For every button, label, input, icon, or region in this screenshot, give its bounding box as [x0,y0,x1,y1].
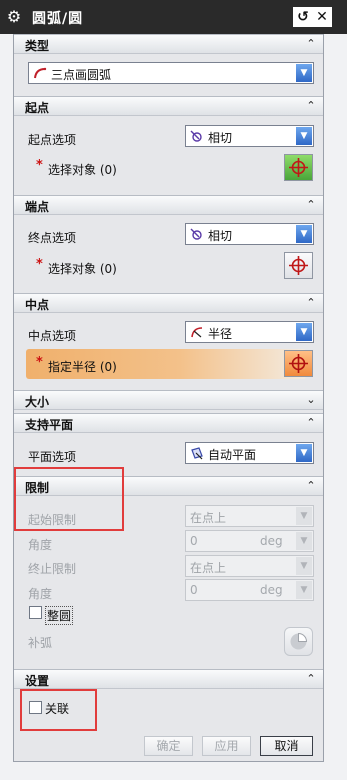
mid-option-combo[interactable]: 半径 ▼ [185,321,314,343]
collapse-icon[interactable]: ⌃ [303,197,319,213]
required-icon: * [36,257,43,272]
section-end-label: 端点 [25,200,50,214]
tangent-icon [190,130,202,142]
collapse-icon[interactable]: ⌃ [303,478,319,494]
complement-label: 补弧 [28,636,53,650]
section-mid-header[interactable]: 中点 ⌃ [14,293,323,313]
crosshair-icon [289,256,308,275]
mid-option-value: 半径 [208,327,233,341]
end-select-object[interactable]: 选择对象 (0) [48,260,117,277]
section-plane-header[interactable]: 支持平面 ⌃ [14,413,323,433]
dropdown-arrow-icon[interactable]: ▼ [296,127,312,145]
collapse-icon[interactable]: ⌃ [303,415,319,431]
section-plane-label: 支持平面 [25,418,74,432]
mid-option-label: 中点选项 [28,329,77,343]
radius-picker-button[interactable] [284,350,313,377]
plane-option-label: 平面选项 [28,450,77,464]
close-icon[interactable]: ✕ [312,7,332,27]
type-combo-value: 三点画圆弧 [51,68,112,82]
dropdown-arrow-icon[interactable]: ▼ [296,444,312,462]
required-icon: * [36,355,43,370]
section-type-header[interactable]: 类型 ⌃ [14,34,323,54]
dropdown-arrow-icon[interactable]: ▼ [296,507,312,525]
collapse-icon[interactable]: ⌃ [303,36,319,52]
crosshair-icon [289,158,308,177]
angle2-input[interactable]: 0 deg ▼ [185,579,314,601]
complement-arc-button[interactable] [284,627,313,656]
angle2-unit: deg [260,583,283,597]
start-select-object[interactable]: 选择对象 (0) [48,161,117,178]
cancel-button[interactable]: 取消 [260,736,313,756]
start-point-picker-button[interactable] [284,154,313,181]
highlight-associative [20,689,97,731]
dropdown-arrow-icon[interactable]: ▼ [296,225,312,243]
highlight-limits [14,467,124,531]
angle1-value: 0 [190,534,198,548]
apply-button[interactable]: 应用 [202,736,251,756]
section-start-header[interactable]: 起点 ⌃ [14,96,323,116]
dropdown-arrow-icon[interactable]: ▼ [296,323,312,341]
angle1-input[interactable]: 0 deg ▼ [185,530,314,552]
ok-button[interactable]: 确定 [144,736,193,756]
angle2-value: 0 [190,583,198,597]
auto-plane-icon [191,447,203,460]
start-limit-value: 在点上 [190,511,227,525]
end-limit-combo[interactable]: 在点上 ▼ [185,555,314,577]
title-bar: ⚙ 圆弧/圆 ↺ ✕ [0,0,347,34]
full-circle-checkbox[interactable] [29,606,42,619]
section-end-header[interactable]: 端点 ⌃ [14,195,323,215]
dropdown-arrow-icon[interactable]: ▼ [296,557,312,575]
full-circle-label[interactable]: 整圆 [45,606,74,625]
end-option-label: 终点选项 [28,231,77,245]
radius-icon [191,327,203,338]
start-option-value: 相切 [208,131,233,145]
spin-down-icon[interactable]: ▼ [296,532,312,550]
end-point-picker-button[interactable] [284,252,313,279]
collapse-icon[interactable]: ⌃ [303,671,319,687]
start-option-combo[interactable]: 相切 ▼ [185,125,314,147]
section-settings-header[interactable]: 设置 ⌃ [14,669,323,689]
end-limit-label: 终止限制 [28,562,77,576]
plane-option-value: 自动平面 [208,448,257,462]
arc-three-point-icon [34,67,47,79]
section-type-label: 类型 [25,39,50,53]
end-option-combo[interactable]: 相切 ▼ [185,223,314,245]
required-icon: * [36,158,43,173]
spin-down-icon[interactable]: ▼ [296,581,312,599]
start-limit-combo[interactable]: 在点上 ▼ [185,505,314,527]
mid-specify-radius[interactable]: 指定半径 (0) [48,358,117,375]
section-size-label: 大小 [25,395,50,409]
complement-arc-icon [290,632,308,650]
section-start-label: 起点 [25,101,50,115]
end-limit-value: 在点上 [190,561,227,575]
angle1-label: 角度 [28,538,53,552]
window-title: 圆弧/圆 [32,11,84,27]
collapse-icon[interactable]: ⌃ [303,98,319,114]
end-option-value: 相切 [208,229,233,243]
expand-icon[interactable]: ⌄ [303,392,319,408]
start-option-label: 起点选项 [28,133,77,147]
type-combo[interactable]: 三点画圆弧 ▼ [28,62,314,84]
section-size-header[interactable]: 大小 ⌄ [14,390,323,410]
tangent-icon [190,228,202,240]
plane-option-combo[interactable]: 自动平面 ▼ [185,442,314,464]
collapse-icon[interactable]: ⌃ [303,295,319,311]
gear-icon[interactable]: ⚙ [3,6,25,28]
section-mid-label: 中点 [25,298,50,312]
dropdown-arrow-icon[interactable]: ▼ [296,64,312,82]
reset-icon[interactable]: ↺ [293,7,313,27]
section-settings-label: 设置 [25,674,50,688]
angle2-label: 角度 [28,587,53,601]
angle1-unit: deg [260,534,283,548]
crosshair-icon [289,354,308,373]
